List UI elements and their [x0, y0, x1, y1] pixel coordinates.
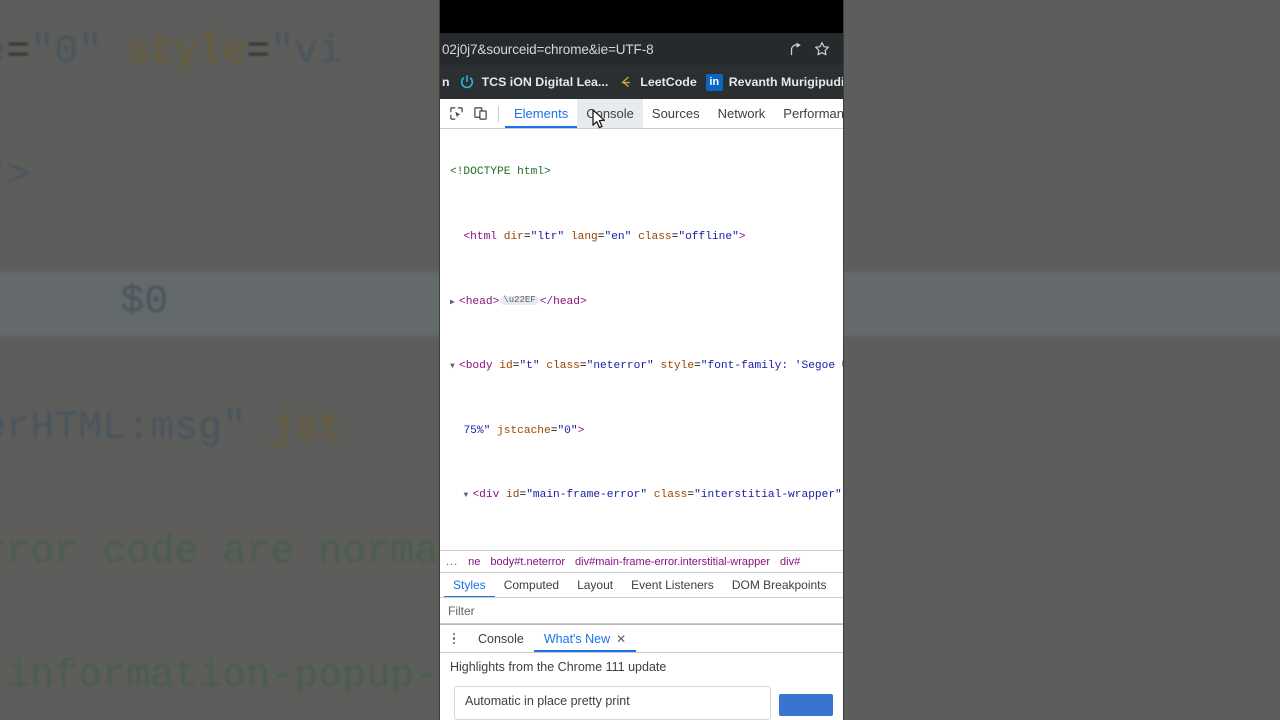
- tab-sources[interactable]: Sources: [643, 99, 709, 128]
- tab-performance[interactable]: Performance: [774, 99, 843, 128]
- tab-computed[interactable]: Computed: [495, 573, 568, 597]
- bookmark-label: TCS iON Digital Lea...: [481, 75, 609, 89]
- styles-filter-input[interactable]: Filter: [440, 598, 843, 624]
- dom-row[interactable]: <body id="t" class="neterror" style="fon…: [440, 358, 843, 374]
- bookmark-label: LeetCode: [640, 75, 697, 89]
- drawer-tab-whats-new[interactable]: What's New ✕: [534, 625, 636, 652]
- linkedin-icon: in: [705, 73, 723, 91]
- url-text[interactable]: 02j0j7&sourceid=chrome&ie=UTF-8: [440, 42, 783, 57]
- breadcrumb[interactable]: ... ne body#t.neterror div#main-frame-er…: [440, 550, 843, 572]
- tab-layout[interactable]: Layout: [568, 573, 622, 597]
- bookmark-item-tcs-ion[interactable]: TCS iON Digital Lea...: [459, 74, 609, 91]
- tab-event-listeners[interactable]: Event Listeners: [622, 573, 723, 597]
- tab-dom-breakpoints[interactable]: DOM Breakpoints: [723, 573, 836, 597]
- devtools-tabbar: Elements Console Sources Network Perform…: [440, 99, 843, 129]
- address-bar[interactable]: 02j0j7&sourceid=chrome&ie=UTF-8: [440, 33, 843, 65]
- power-icon: [459, 74, 476, 91]
- whats-new-heading: Highlights from the Chrome 111 update: [450, 660, 667, 674]
- drawer-tab-console[interactable]: Console: [468, 625, 534, 652]
- more-vertical-icon[interactable]: [446, 632, 462, 645]
- dom-tree[interactable]: <!DOCTYPE html> <html dir="ltr" lang="en…: [440, 129, 843, 550]
- tab-console[interactable]: Console: [577, 99, 643, 128]
- browser-window: 02j0j7&sourceid=chrome&ie=UTF-8 n TCS iO…: [440, 0, 843, 720]
- breadcrumb-overflow[interactable]: ...: [446, 556, 458, 568]
- share-icon[interactable]: [783, 36, 809, 62]
- dom-row[interactable]: <html dir="ltr" lang="en" class="offline…: [440, 229, 843, 245]
- doctype-text: <!DOCTYPE html>: [450, 166, 551, 179]
- device-toolbar-icon[interactable]: [468, 102, 492, 126]
- styles-pane-tabbar: Styles Computed Layout Event Listeners D…: [440, 572, 843, 598]
- whats-new-body: Automatic in place pretty print: [440, 680, 843, 720]
- tab-properties[interactable]: P: [836, 573, 843, 597]
- expand-triangle-icon[interactable]: [450, 295, 459, 311]
- dom-row[interactable]: <head>\u22EF</head>: [440, 294, 843, 310]
- breadcrumb-item[interactable]: ne: [468, 556, 480, 568]
- tag-name: html: [470, 230, 498, 243]
- toolbar-divider: [498, 105, 499, 122]
- dom-row[interactable]: <!DOCTYPE html>: [440, 164, 843, 180]
- tab-styles[interactable]: Styles: [444, 573, 495, 597]
- tab-network[interactable]: Network: [709, 99, 775, 128]
- close-icon[interactable]: ✕: [616, 632, 626, 646]
- inspect-element-icon[interactable]: [444, 102, 468, 126]
- breadcrumb-item[interactable]: body#t.neterror: [490, 556, 565, 568]
- drawer-tab-label: What's New: [543, 631, 611, 646]
- whats-new-thumbnail: [779, 694, 833, 716]
- video-letterbox-top: [440, 0, 843, 33]
- devtools-panel: Elements Console Sources Network Perform…: [440, 99, 843, 720]
- bookmarks-bar[interactable]: n TCS iON Digital Lea... LeetCode in Rev…: [440, 65, 843, 99]
- bookmark-label: Revanth Murigipudi...: [728, 75, 843, 89]
- collapsed-content-icon[interactable]: \u22EF: [500, 295, 539, 305]
- drawer-tabbar: Console What's New ✕: [440, 625, 843, 653]
- star-icon[interactable]: [809, 36, 835, 62]
- tab-elements[interactable]: Elements: [505, 99, 577, 128]
- collapse-triangle-icon[interactable]: [450, 359, 459, 375]
- bookmark-item-linkedin[interactable]: in Revanth Murigipudi...: [705, 73, 843, 91]
- bookmark-item-cut[interactable]: n: [442, 75, 450, 89]
- whats-new-card[interactable]: Automatic in place pretty print: [454, 686, 771, 720]
- breadcrumb-item[interactable]: div#: [780, 556, 800, 568]
- breadcrumb-item[interactable]: div#main-frame-error.interstitial-wrappe…: [575, 556, 770, 568]
- devtools-drawer: Console What's New ✕ Highlights from the…: [440, 624, 843, 720]
- bookmark-item-leetcode[interactable]: LeetCode: [617, 74, 697, 91]
- dom-row[interactable]: 75%" jstcache="0">: [440, 423, 843, 439]
- leetcode-icon: [617, 74, 634, 91]
- drawer-tab-label: Console: [478, 631, 524, 646]
- dom-row[interactable]: <div id="main-frame-error" class="inters…: [440, 487, 843, 503]
